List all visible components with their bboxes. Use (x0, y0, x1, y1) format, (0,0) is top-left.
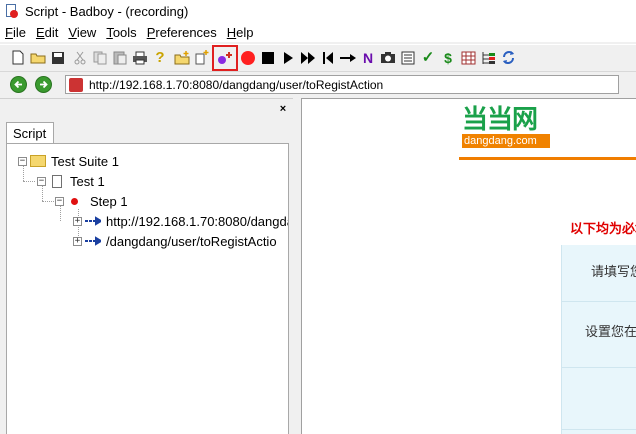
check-icon-glyph: ✓ (421, 49, 435, 66)
form-label: 设置您在 (585, 324, 636, 339)
pane-header: × (0, 99, 293, 121)
new-file-icon[interactable] (8, 47, 28, 69)
address-bar: http://192.168.1.70:8080/dangdang/user/t… (0, 71, 636, 97)
back-button[interactable] (10, 76, 27, 93)
form-row-divider (561, 429, 636, 430)
table-icon[interactable] (458, 47, 478, 69)
skip-icon[interactable] (338, 47, 358, 69)
header-divider (459, 157, 636, 160)
cut-icon[interactable] (70, 47, 90, 69)
menu-help[interactable]: Help (221, 25, 258, 40)
collapse-icon[interactable]: − (18, 156, 27, 166)
new-step-icon[interactable] (192, 47, 212, 69)
open-folder-icon[interactable] (28, 47, 48, 69)
print-icon[interactable] (130, 47, 150, 69)
main-toolbar: ? N ✓ $ (0, 44, 636, 71)
request-label: http://192.168.1.70:8080/dangdang (106, 213, 289, 229)
menu-preferences[interactable]: Preferences (141, 25, 221, 40)
navigate-icon-glyph: N (362, 49, 374, 66)
form-label: 请填写您 (591, 264, 636, 279)
menu-bar: File Edit View Tools Preferences Help (0, 22, 636, 42)
check-icon[interactable]: ✓ (418, 47, 438, 69)
request-arrow-icon (85, 216, 101, 226)
suite-label: Test Suite 1 (51, 153, 119, 169)
play-icon[interactable] (278, 47, 298, 69)
pane-tabs: Script (6, 121, 55, 144)
url-input[interactable]: http://192.168.1.70:8080/dangdang/user/t… (65, 75, 619, 94)
refresh-icon[interactable] (498, 47, 518, 69)
tree-node-test[interactable]: − Test 1 (37, 172, 105, 190)
logo-chinese-text: 当当网 (462, 105, 538, 135)
url-text: http://192.168.1.70:8080/dangdang/user/t… (89, 77, 384, 92)
script-pane: × Script − Test Suite 1 − Test 1 − Step … (0, 98, 293, 434)
screenshot-icon[interactable] (378, 47, 398, 69)
menu-tools[interactable]: Tools (100, 25, 140, 40)
rewind-icon[interactable] (318, 47, 338, 69)
tree-icon[interactable] (478, 47, 498, 69)
badboy-app-icon (3, 3, 19, 19)
tree-node-suite[interactable]: − Test Suite 1 (18, 152, 119, 170)
menu-view[interactable]: View (62, 25, 100, 40)
tree-node-request[interactable]: + /dangdang/user/toRegistActio (73, 232, 277, 250)
request-label: /dangdang/user/toRegistActio (106, 233, 277, 249)
navigate-icon[interactable]: N (358, 47, 378, 69)
tab-script[interactable]: Script (6, 122, 55, 144)
form-row-divider (561, 367, 636, 368)
collapse-icon[interactable]: − (37, 176, 46, 186)
tree-node-request[interactable]: + http://192.168.1.70:8080/dangdang (73, 212, 289, 230)
folder-icon (30, 155, 46, 167)
record-icon[interactable] (238, 47, 258, 69)
window-title: Script - Badboy - (recording) (25, 3, 189, 19)
test-label: Test 1 (70, 173, 105, 189)
dollar-icon[interactable]: $ (438, 47, 458, 69)
dangdang-logo[interactable]: 当当网 dangdang.com (462, 107, 550, 148)
forward-button[interactable] (35, 76, 52, 93)
report-icon[interactable] (398, 47, 418, 69)
menu-edit[interactable]: Edit (30, 25, 62, 40)
script-tree: − Test Suite 1 − Test 1 − Step 1 + http:… (6, 143, 289, 434)
site-favicon-icon (69, 77, 83, 92)
pane-splitter[interactable] (293, 98, 301, 434)
help-icon-glyph: ? (155, 49, 165, 66)
arrow-right-icon (40, 80, 48, 89)
stop-icon[interactable] (258, 47, 278, 69)
logo-english-text: dangdang.com (462, 134, 550, 148)
expand-icon[interactable]: + (73, 236, 82, 246)
close-pane-icon[interactable]: × (277, 104, 289, 116)
new-item-icon[interactable] (172, 47, 192, 69)
help-icon[interactable]: ? (150, 47, 170, 69)
arrow-left-icon (14, 80, 22, 89)
add-step-button[interactable] (212, 44, 238, 71)
copy-icon[interactable] (90, 47, 110, 69)
browser-view: 当当网 dangdang.com 以下均为必填 请填写您 设置您在 (301, 98, 636, 434)
paste-icon[interactable] (110, 47, 130, 69)
expand-icon[interactable]: + (73, 216, 82, 226)
collapse-icon[interactable]: − (55, 196, 64, 206)
tree-connector (42, 201, 54, 202)
title-bar: Script - Badboy - (recording) (0, 0, 636, 22)
step-label: Step 1 (90, 193, 128, 209)
tree-connector (23, 181, 35, 182)
test-doc-icon (52, 174, 62, 188)
form-row-divider (561, 301, 636, 302)
play-all-icon[interactable] (298, 47, 318, 69)
required-notice: 以下均为必填 (570, 221, 636, 236)
tree-node-step[interactable]: − Step 1 (55, 192, 128, 210)
step-record-icon (71, 197, 78, 205)
dollar-icon-glyph: $ (444, 49, 452, 66)
save-icon[interactable] (48, 47, 68, 69)
request-arrow-icon (85, 236, 101, 246)
menu-file[interactable]: File (0, 25, 30, 40)
